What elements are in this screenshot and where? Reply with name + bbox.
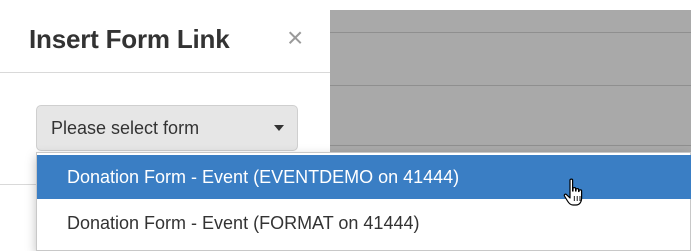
form-select-label: Please select form [51, 118, 200, 138]
form-option-label: Donation Form - Event (FORMAT on 41444) [67, 213, 420, 233]
form-option-eventdemo[interactable]: Donation Form - Event (EVENTDEMO on 4144… [37, 155, 691, 199]
screen: Insert Form Link × Please select form Do… [0, 0, 691, 251]
form-option-format[interactable]: Donation Form - Event (FORMAT on 41444) [37, 201, 691, 245]
dialog-title: Insert Form Link [29, 24, 230, 54]
form-option-label: Donation Form - Event (EVENTDEMO on 4144… [67, 167, 460, 187]
form-select-dropdown[interactable]: Please select form [36, 105, 298, 151]
backdrop-divider [330, 85, 691, 86]
caret-down-icon [274, 125, 284, 131]
form-options-menu: Donation Form - Event (EVENTDEMO on 4144… [36, 152, 691, 251]
hand-pointer-icon [563, 178, 583, 206]
backdrop-divider [330, 32, 691, 33]
dialog-header: Insert Form Link × [0, 0, 330, 73]
close-icon[interactable]: × [287, 22, 303, 54]
backdrop-divider [330, 145, 691, 146]
